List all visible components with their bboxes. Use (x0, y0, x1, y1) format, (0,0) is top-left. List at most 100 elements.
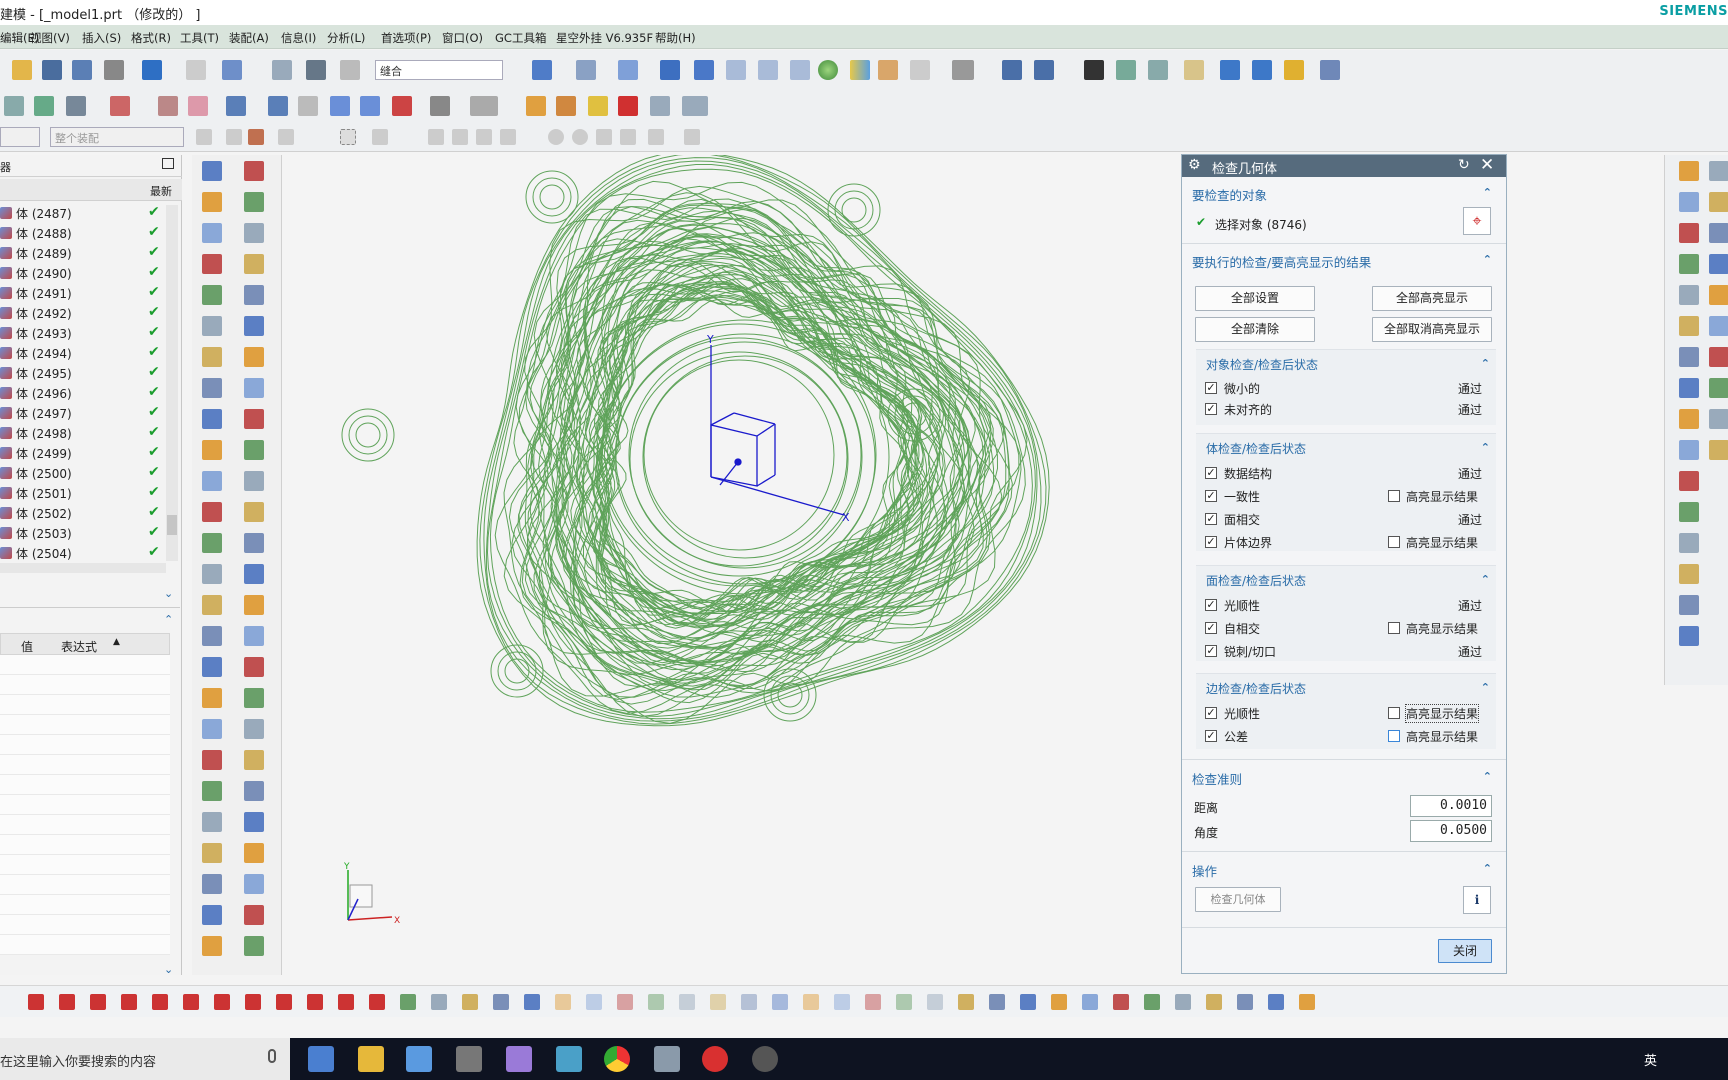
select-body-icon[interactable] (372, 129, 388, 145)
arc-icon[interactable] (90, 994, 106, 1010)
feature-tool-icon[interactable] (202, 347, 222, 367)
color-icon[interactable] (850, 60, 870, 80)
offset-curve-icon[interactable] (834, 994, 850, 1010)
wireframe-icon[interactable] (618, 60, 638, 80)
feature-tool-icon[interactable] (202, 285, 222, 305)
reset-icon[interactable]: ↻ (1458, 157, 1470, 173)
select-face-icon[interactable] (248, 129, 264, 145)
feature-tool-icon[interactable] (202, 657, 222, 677)
resource-tool-icon[interactable] (1679, 347, 1699, 367)
list-item[interactable]: 体 (2489) ✔ (0, 243, 160, 263)
circle-icon[interactable] (1051, 994, 1067, 1010)
feature-tool-icon[interactable] (244, 905, 264, 925)
spline-icon[interactable] (493, 994, 509, 1010)
snap-center-icon[interactable] (548, 129, 564, 145)
menu-analysis[interactable]: 分析(L) (327, 30, 365, 46)
fillet-icon[interactable] (152, 994, 168, 1010)
trim-curve-icon[interactable] (431, 994, 447, 1010)
feature-tool-icon[interactable] (202, 471, 222, 491)
draft-icon[interactable] (526, 96, 546, 116)
feature-tool-icon[interactable] (202, 192, 222, 212)
feature-tool-icon[interactable] (202, 688, 222, 708)
tool-c-icon[interactable] (1284, 60, 1304, 80)
feature-tool-icon[interactable] (244, 750, 264, 770)
mirror-icon[interactable] (392, 96, 412, 116)
redo-icon[interactable] (186, 60, 206, 80)
pattern-curve-icon[interactable] (865, 994, 881, 1010)
feature-tool-icon[interactable] (244, 781, 264, 801)
feature-tool-icon[interactable] (244, 874, 264, 894)
collapse-icon[interactable]: ⌃ (1481, 441, 1490, 454)
pattern-curve-icon[interactable] (400, 994, 416, 1010)
polygon-icon[interactable] (245, 994, 261, 1010)
snap-on-face-icon[interactable] (648, 129, 664, 145)
lighting-icon[interactable] (818, 60, 838, 80)
render-style-icon[interactable] (576, 60, 596, 80)
scrollbar-thumb[interactable] (167, 515, 177, 535)
object-check-title[interactable]: 对象检查/检查后状态 (1206, 356, 1318, 373)
explorer-icon[interactable] (358, 1046, 384, 1072)
face-intersect-checkbox[interactable]: ✓ (1205, 513, 1217, 525)
snap-icon[interactable] (1084, 60, 1104, 80)
rectangle-select-icon[interactable] (340, 129, 356, 145)
feature-tool-icon[interactable] (202, 719, 222, 739)
resource-tool-icon[interactable] (1679, 440, 1699, 460)
feature-tool-icon[interactable] (244, 347, 264, 367)
resource-tool-icon[interactable] (1679, 316, 1699, 336)
trim-icon[interactable] (330, 96, 350, 116)
self-intersect-checkbox[interactable]: ✓ (1205, 622, 1217, 634)
view-orient-icon[interactable] (222, 60, 242, 80)
resource-tool-icon[interactable] (1679, 161, 1699, 181)
measure-icon[interactable] (1184, 60, 1204, 80)
consistency-checkbox[interactable]: ✓ (1205, 490, 1217, 502)
resource-tool-icon[interactable] (1679, 471, 1699, 491)
line-icon[interactable] (989, 994, 1005, 1010)
layer-settings-icon[interactable] (1116, 60, 1136, 80)
expand-dependencies-icon[interactable]: ⌄ (164, 587, 173, 600)
static-wireframe-icon[interactable] (758, 60, 778, 80)
plane-icon[interactable] (34, 96, 54, 116)
tool-b-icon[interactable] (1252, 60, 1272, 80)
feature-tool-icon[interactable] (202, 843, 222, 863)
resource-tool-icon[interactable] (1709, 192, 1728, 212)
taskbar-search[interactable]: 在这里输入你要搜索的内容 (0, 1038, 290, 1080)
menu-insert[interactable]: 插入(S) (82, 30, 121, 46)
line-icon[interactable] (59, 994, 75, 1010)
microphone-icon[interactable] (268, 1049, 276, 1063)
ellipse-icon[interactable] (1237, 994, 1253, 1010)
snap-on-curve-icon[interactable] (620, 129, 636, 145)
feature-tool-icon[interactable] (244, 626, 264, 646)
feature-tool-icon[interactable] (244, 502, 264, 522)
section-criteria[interactable]: 检查准则 (1192, 769, 1242, 788)
point-icon[interactable] (1268, 994, 1284, 1010)
feature-tool-icon[interactable] (244, 719, 264, 739)
extend-curve-icon[interactable] (462, 994, 478, 1010)
feature-tool-icon[interactable] (244, 595, 264, 615)
menu-info[interactable]: 信息(I) (281, 30, 316, 46)
feature-tool-icon[interactable] (244, 657, 264, 677)
spline-icon[interactable] (28, 994, 44, 1010)
rectangle-icon[interactable] (214, 994, 230, 1010)
box-icon[interactable] (618, 96, 638, 116)
list-item[interactable]: 体 (2493) ✔ (0, 323, 160, 343)
app-icon[interactable] (556, 1046, 582, 1072)
chrome-icon[interactable] (604, 1046, 630, 1072)
obs-icon[interactable] (752, 1046, 778, 1072)
extrude-icon[interactable] (66, 96, 86, 116)
list-item[interactable]: 体 (2504) ✔ (0, 543, 160, 563)
collapse-icon[interactable]: ⌃ (1483, 770, 1492, 783)
polygon-icon[interactable] (710, 994, 726, 1010)
pattern-icon[interactable] (430, 96, 450, 116)
list-item[interactable]: 体 (2490) ✔ (0, 263, 160, 283)
offset-curve-icon[interactable] (1299, 994, 1315, 1010)
snap-point-icon[interactable] (596, 129, 612, 145)
maximize-icon[interactable] (162, 158, 174, 169)
resource-tool-icon[interactable] (1709, 378, 1728, 398)
resource-tool-icon[interactable] (1709, 254, 1728, 274)
set-all-button[interactable]: 全部设置 (1195, 286, 1315, 311)
resource-tool-icon[interactable] (1709, 223, 1728, 243)
navigator-hscrollbar[interactable] (0, 563, 166, 573)
arc-icon[interactable] (1020, 994, 1036, 1010)
resource-tool-icon[interactable] (1679, 254, 1699, 274)
data-structure-checkbox[interactable]: ✓ (1205, 467, 1217, 479)
